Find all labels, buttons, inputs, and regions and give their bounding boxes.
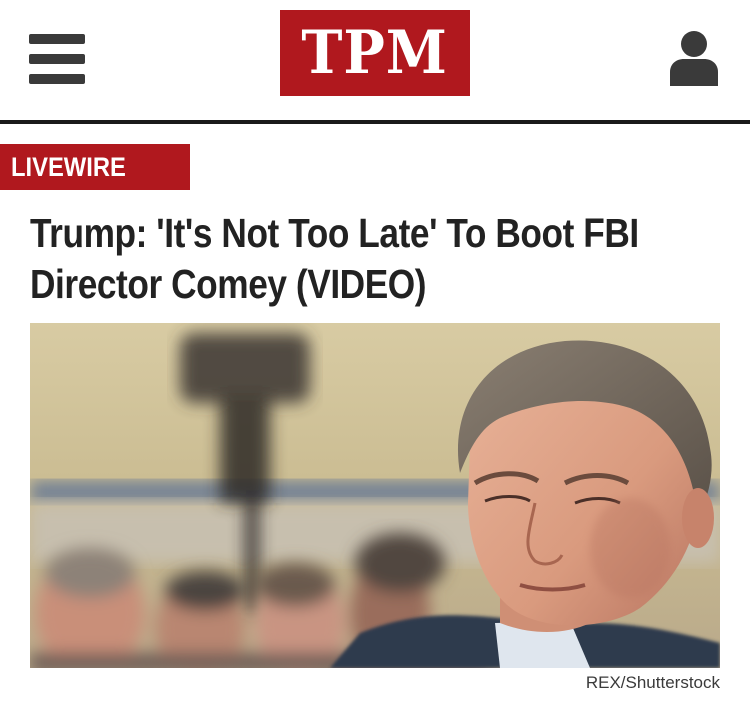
photo-illustration — [30, 323, 720, 668]
site-logo[interactable]: TPM — [280, 10, 470, 96]
logo-text: TPM — [301, 18, 449, 88]
menu-button[interactable] — [29, 34, 85, 84]
photo-credit: REX/Shutterstock — [585, 673, 720, 692]
header-divider — [0, 120, 750, 124]
section-tag-label: LIVEWIRE — [11, 151, 126, 182]
hamburger-menu-icon-bar — [29, 54, 85, 64]
hamburger-menu-icon-bar — [29, 74, 85, 84]
article-headline[interactable]: Trump: 'It's Not Too Late' To Boot FBI D… — [30, 208, 727, 310]
account-button[interactable] — [666, 28, 722, 88]
site-header: TPM — [0, 0, 750, 120]
article-photo — [30, 323, 720, 668]
user-account-icon — [670, 31, 718, 86]
hamburger-menu-icon — [29, 34, 85, 44]
section-tag-livewire[interactable]: LIVEWIRE — [0, 144, 190, 190]
